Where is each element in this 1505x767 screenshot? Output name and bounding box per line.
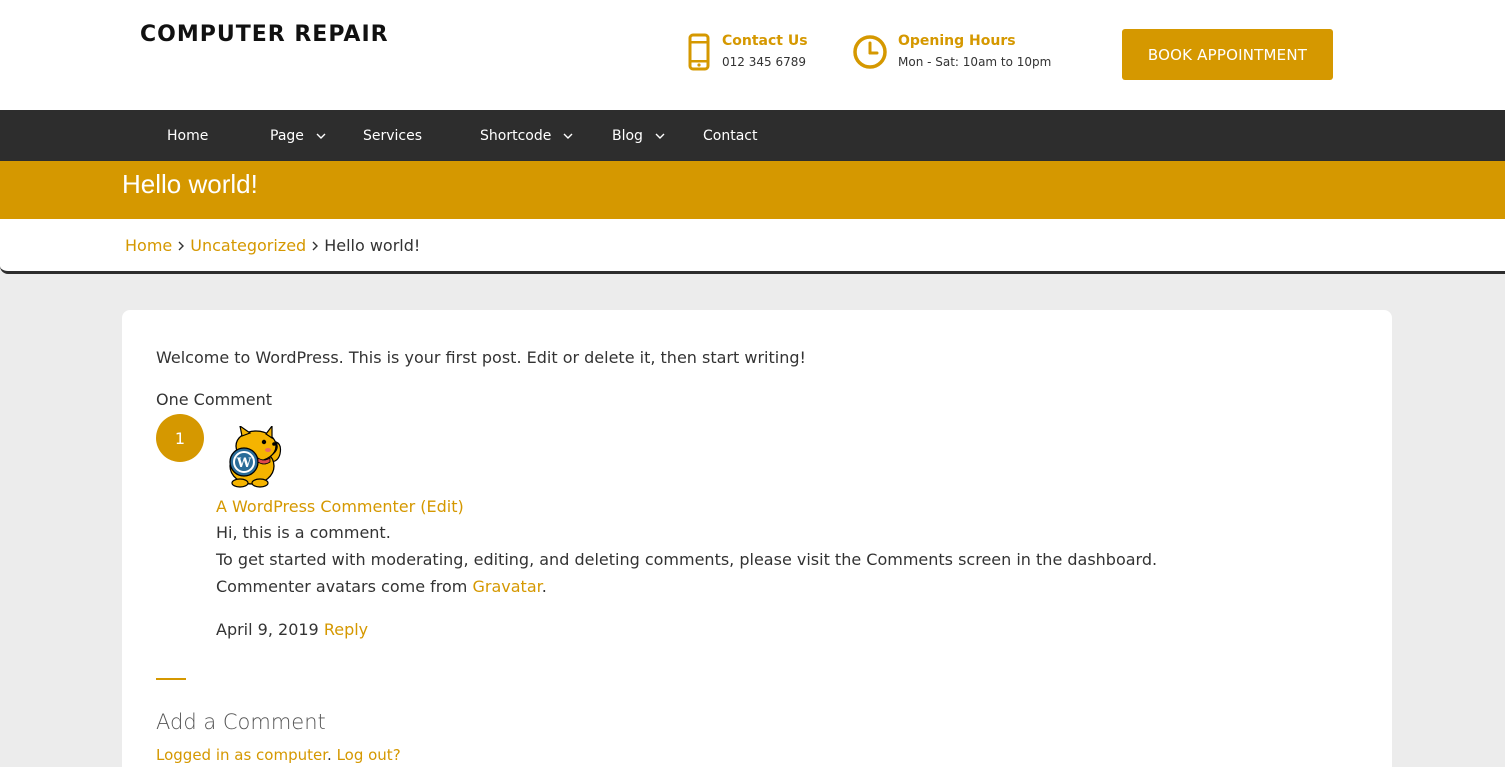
comment-date: April 9, 2019: [216, 620, 319, 639]
opening-hours-title: Opening Hours: [898, 33, 1016, 49]
avatar: W: [220, 424, 282, 488]
clock-icon: [852, 33, 888, 71]
opening-hours-text: Opening Hours Mon - Sat: 10am to 10pm: [898, 33, 1051, 69]
comments-title: One Comment: [156, 390, 273, 409]
opening-hours-value: Mon - Sat: 10am to 10pm: [898, 55, 1052, 69]
site-title[interactable]: COMPUTER REPAIR: [140, 22, 389, 47]
breadcrumb-current: Hello world!: [324, 236, 421, 255]
breadcrumb-home[interactable]: Home: [125, 236, 172, 255]
post-content: Welcome to WordPress. This is your first…: [156, 348, 806, 367]
chevron-down-icon: [563, 133, 573, 139]
nav-item-page[interactable]: Page: [270, 110, 326, 161]
main-nav: Home Page Services Shortcode Blog Contac…: [0, 110, 1505, 161]
breadcrumb: Home Uncategorized Hello world!: [125, 236, 420, 255]
post-card: Welcome to WordPress. This is your first…: [122, 310, 1392, 767]
comment-meta: April 9, 2019 Reply: [216, 620, 368, 639]
wapuu-avatar-icon: W: [229, 424, 282, 488]
logged-in-as-link[interactable]: Logged in as computer: [156, 746, 327, 764]
comment-avatar-text: Commenter avatars come from: [216, 577, 473, 596]
logged-in-line: Logged in as computer. Log out?: [156, 746, 401, 764]
nav-item-home[interactable]: Home: [167, 110, 208, 161]
nav-item-label: Services: [363, 127, 423, 144]
page-title-bar: Hello world!: [0, 161, 1505, 219]
nav-item-label: Blog: [612, 127, 643, 144]
breadcrumb-bar: Home Uncategorized Hello world!: [0, 219, 1505, 274]
add-comment-title: Add a Comment: [156, 710, 326, 734]
contact-us-phone: 012 345 6789: [722, 55, 806, 69]
opening-hours-block: Opening Hours Mon - Sat: 10am to 10pm: [852, 33, 1051, 71]
reply-link[interactable]: Reply: [324, 620, 368, 639]
comment-period: .: [541, 577, 547, 596]
comment-author-line: A WordPress Commenter (Edit): [216, 497, 464, 516]
nav-item-shortcode[interactable]: Shortcode: [480, 110, 573, 161]
comment-text-line-2: To get started with moderating, editing,…: [216, 550, 1158, 569]
contact-us-title: Contact Us: [722, 33, 808, 49]
comment-author-link[interactable]: A WordPress Commenter: [216, 497, 415, 516]
nav-item-contact[interactable]: Contact: [703, 110, 757, 161]
logged-in-separator: .: [327, 746, 337, 764]
svg-text:W: W: [236, 456, 252, 471]
nav-item-services[interactable]: Services: [363, 110, 422, 161]
site-header: COMPUTER REPAIR Contact Us 012 345 6789 …: [0, 0, 1505, 110]
chevron-right-icon: [312, 241, 319, 251]
breadcrumb-uncategorized[interactable]: Uncategorized: [190, 236, 306, 255]
gravatar-link[interactable]: Gravatar: [472, 577, 541, 596]
comment-text-line-3: Commenter avatars come from Gravatar.: [216, 577, 547, 596]
phone-icon: [686, 33, 712, 71]
nav-item-label: Shortcode: [480, 127, 552, 144]
comment-number-badge: 1: [156, 414, 204, 462]
section-divider: [156, 678, 186, 680]
contact-us-block: Contact Us 012 345 6789: [686, 33, 808, 71]
nav-item-label: Contact: [703, 127, 758, 144]
nav-item-label: Page: [270, 127, 304, 144]
logout-link[interactable]: Log out?: [337, 746, 401, 764]
book-appointment-button[interactable]: BOOK APPOINTMENT: [1122, 29, 1333, 80]
comment-text-line-1: Hi, this is a comment.: [216, 523, 391, 542]
chevron-down-icon: [316, 133, 326, 139]
comment-edit-link[interactable]: (Edit): [420, 497, 463, 516]
nav-item-blog[interactable]: Blog: [612, 110, 665, 161]
chevron-down-icon: [655, 133, 665, 139]
contact-us-text: Contact Us 012 345 6789: [722, 33, 808, 69]
page-title: Hello world!: [122, 169, 258, 199]
nav-item-label: Home: [167, 127, 209, 144]
chevron-right-icon: [178, 241, 185, 251]
